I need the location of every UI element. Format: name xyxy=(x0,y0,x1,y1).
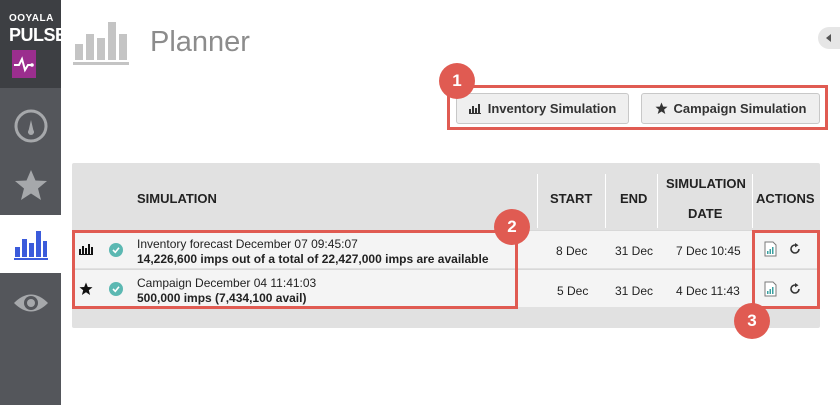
star-icon xyxy=(14,170,47,200)
campaign-simulation-button[interactable]: Campaign Simulation xyxy=(641,93,820,124)
start-date: 5 Dec xyxy=(557,284,589,298)
callout-2: 2 xyxy=(494,209,530,245)
header-simulation-date-line1[interactable]: SIMULATION xyxy=(666,176,746,191)
star-icon xyxy=(655,102,668,114)
brand-logo[interactable]: OOYALA PULSE xyxy=(0,0,67,88)
actions-highlight xyxy=(752,230,820,309)
callout-3: 3 xyxy=(734,303,770,339)
column-divider xyxy=(605,174,606,228)
column-divider xyxy=(657,174,658,228)
end-date: 31 Dec xyxy=(615,284,654,298)
campaign-simulation-label: Campaign Simulation xyxy=(673,101,807,116)
brand-big-text: PULSE xyxy=(9,25,67,45)
page-title: Planner xyxy=(150,26,250,58)
header-simulation-date-line2[interactable]: DATE xyxy=(688,206,722,221)
brand-small-text: OOYALA xyxy=(9,13,54,24)
header-actions: ACTIONS xyxy=(756,191,815,206)
collapse-panel-button[interactable] xyxy=(818,27,840,49)
end-date: 31 Dec xyxy=(615,244,654,258)
eye-icon xyxy=(13,294,48,312)
column-divider xyxy=(752,174,753,228)
simulation-buttons-highlight: Inventory Simulation Campaign Simulation xyxy=(447,85,828,130)
sidebar-item-campaigns[interactable] xyxy=(0,156,61,214)
sidebar-item-monitor[interactable] xyxy=(0,274,61,332)
sidebar: OOYALA PULSE xyxy=(0,0,67,405)
simulation-rows-highlight xyxy=(72,230,518,309)
header-end[interactable]: END xyxy=(620,191,647,206)
simulation-date: 4 Dec 11:43 xyxy=(676,284,740,298)
callout-1: 1 xyxy=(439,63,475,99)
header-start[interactable]: START xyxy=(550,191,592,206)
pulse-logo-icon xyxy=(12,50,36,78)
header-simulation[interactable]: SIMULATION xyxy=(137,191,217,206)
start-date: 8 Dec xyxy=(556,244,588,258)
chevron-left-icon xyxy=(826,34,831,42)
bar-chart-icon xyxy=(13,231,48,260)
sidebar-item-dashboard[interactable] xyxy=(0,97,61,155)
gauge-icon xyxy=(14,109,47,143)
simulation-date: 7 Dec 10:45 xyxy=(676,244,741,258)
bar-chart-icon xyxy=(468,104,481,114)
sidebar-item-planner[interactable] xyxy=(0,215,61,273)
inventory-simulation-button[interactable]: Inventory Simulation xyxy=(456,93,629,124)
inventory-simulation-label: Inventory Simulation xyxy=(487,101,617,116)
column-divider xyxy=(537,174,538,228)
planner-icon xyxy=(73,14,129,66)
